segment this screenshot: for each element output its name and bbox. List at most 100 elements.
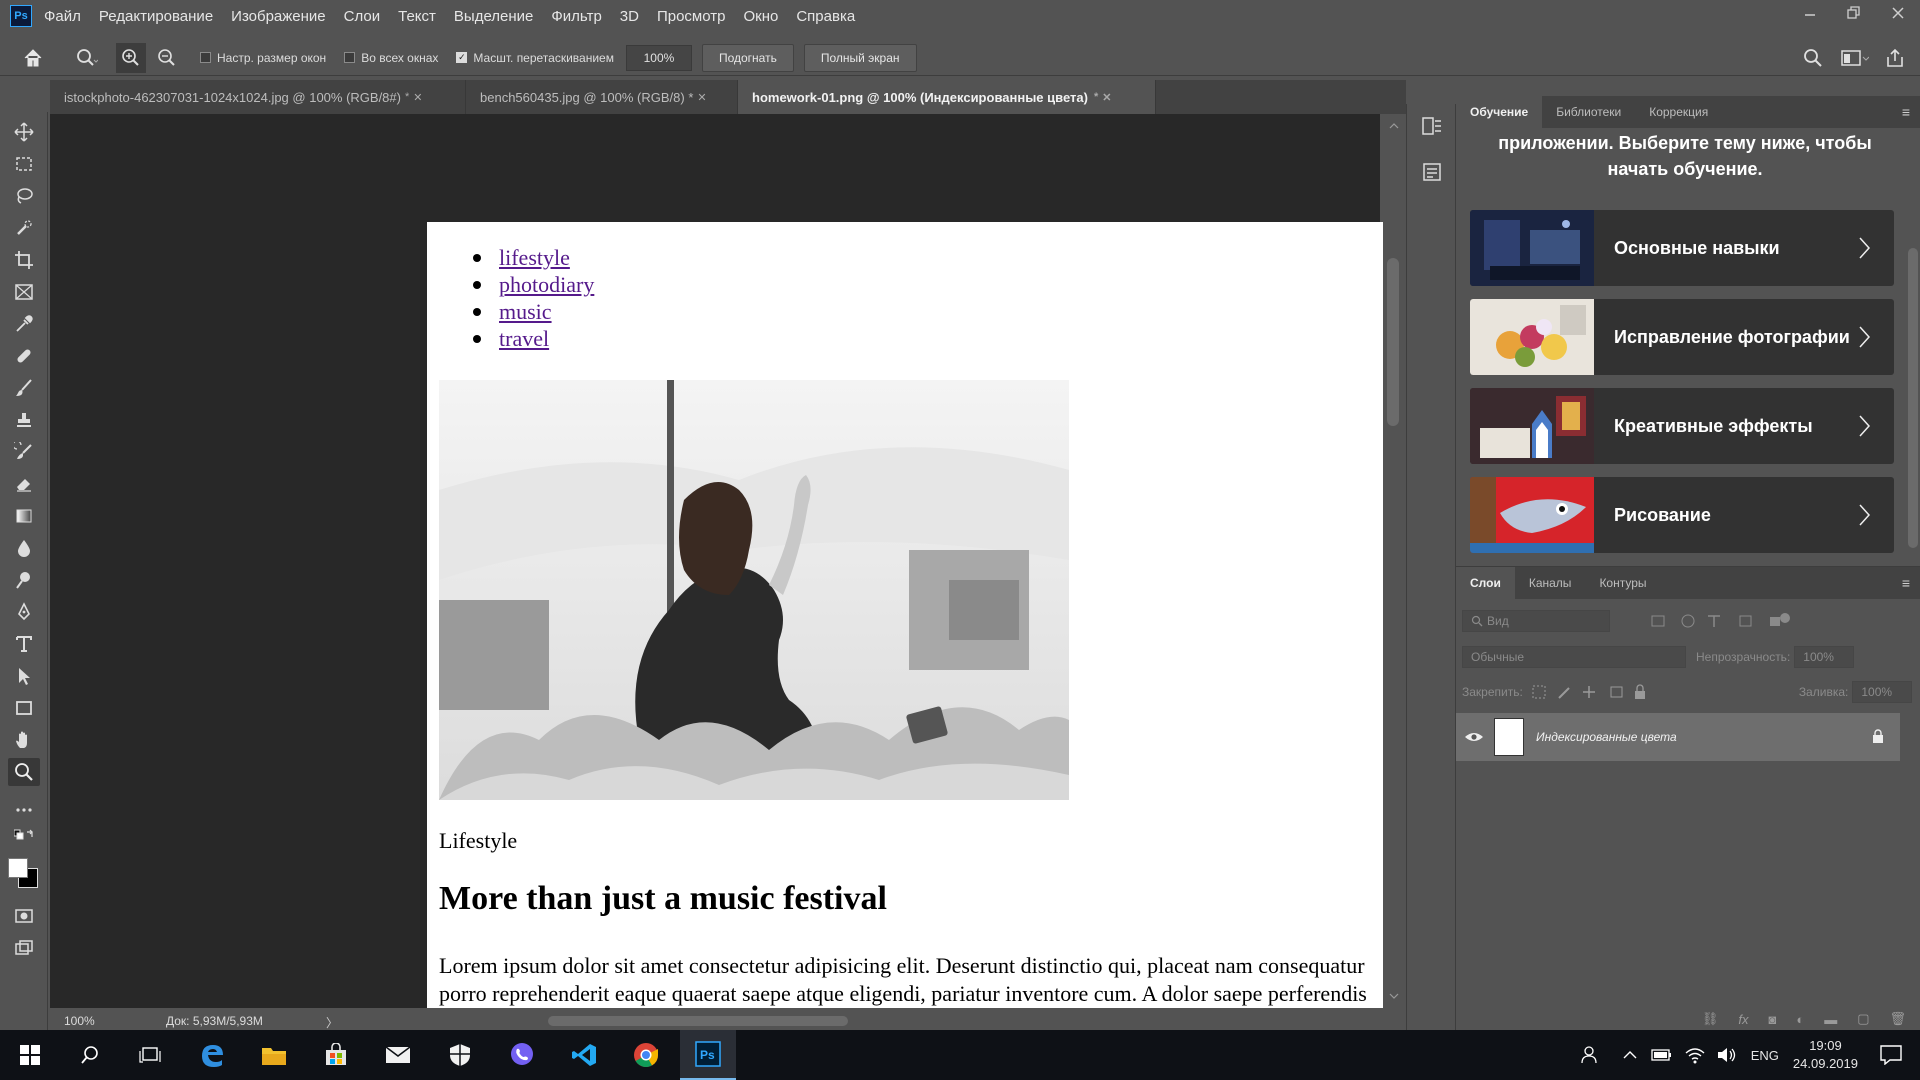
canvas-horizontal-scrollbar[interactable] — [350, 1016, 1400, 1026]
tab-close-icon[interactable]: ✕ — [697, 91, 706, 104]
menu-layers[interactable]: Слои — [344, 8, 380, 25]
blend-mode-select[interactable]: Обычные — [1462, 646, 1686, 668]
taskbar-chrome[interactable] — [618, 1030, 674, 1080]
learn-card-drawing[interactable]: Рисование — [1470, 477, 1894, 553]
healing-brush-tool[interactable] — [8, 342, 40, 370]
learn-card-creative-effects[interactable]: Креативные эффекты — [1470, 388, 1894, 464]
move-tool[interactable] — [8, 118, 40, 146]
tab-close-icon[interactable]: ✕ — [1102, 91, 1111, 104]
taskbar-mail[interactable] — [370, 1030, 426, 1080]
screen-mode-button[interactable] — [8, 934, 40, 962]
foreground-color-swatch[interactable] — [8, 858, 28, 878]
tab-channels[interactable]: Каналы — [1515, 567, 1586, 599]
nav-link-lifestyle[interactable]: lifestyle — [427, 244, 594, 271]
menu-file[interactable]: Файл — [44, 8, 81, 25]
wifi-icon[interactable] — [1685, 1046, 1705, 1064]
clone-stamp-tool[interactable] — [8, 406, 40, 434]
add-mask-icon[interactable]: ◙ — [1768, 1012, 1776, 1027]
taskbar-security[interactable] — [432, 1030, 488, 1080]
layer-name[interactable]: Индексированные цвета — [1536, 730, 1677, 744]
menu-window[interactable]: Окно — [743, 8, 778, 25]
horizontal-scroll-thumb[interactable] — [548, 1016, 848, 1026]
fill-screen-button[interactable]: Полный экран — [803, 43, 917, 72]
menu-3d[interactable]: 3D — [620, 8, 639, 25]
opacity-field[interactable]: 100% — [1794, 646, 1855, 668]
layer-row[interactable]: Индексированные цвета — [1456, 713, 1900, 761]
dodge-tool[interactable] — [8, 566, 40, 594]
taskbar-photoshop[interactable]: Ps — [680, 1030, 736, 1080]
taskbar-clock[interactable]: 19:09 24.09.2019 — [1793, 1037, 1858, 1073]
restore-button[interactable] — [1832, 0, 1876, 26]
taskbar-search-button[interactable] — [62, 1030, 118, 1080]
volume-icon[interactable] — [1717, 1046, 1737, 1064]
menu-select[interactable]: Выделение — [454, 8, 533, 25]
pen-tool[interactable] — [8, 598, 40, 626]
fill-field[interactable]: 100% — [1852, 681, 1913, 703]
rectangle-tool[interactable] — [8, 694, 40, 722]
tab-istockphoto[interactable]: istockphoto-462307031-1024x1024.jpg @ 10… — [50, 80, 466, 114]
new-layer-icon[interactable]: ▢ — [1857, 1011, 1869, 1027]
task-view-button[interactable] — [122, 1030, 178, 1080]
type-tool[interactable] — [8, 630, 40, 658]
taskbar-viber[interactable] — [494, 1030, 550, 1080]
new-group-icon[interactable]: ▬ — [1824, 1012, 1837, 1027]
share-button[interactable] — [1880, 43, 1910, 73]
hand-tool[interactable] — [8, 726, 40, 754]
trash-icon[interactable]: 🗑 — [1889, 1011, 1906, 1027]
status-zoom-field[interactable]: 100% — [50, 1011, 106, 1031]
zoom-out-button[interactable] — [152, 43, 182, 73]
quick-selection-tool[interactable] — [8, 214, 40, 242]
history-panel-button[interactable] — [1420, 114, 1444, 138]
learn-card-photo-fix[interactable]: Исправление фотографии — [1470, 299, 1894, 375]
path-selection-tool[interactable] — [8, 662, 40, 690]
swap-colors-button[interactable] — [8, 826, 40, 846]
taskbar-store[interactable] — [308, 1030, 364, 1080]
tab-paths[interactable]: Контуры — [1585, 567, 1660, 599]
tab-adjustments[interactable]: Коррекция — [1635, 96, 1722, 128]
battery-icon[interactable] — [1651, 1048, 1673, 1062]
brush-tool[interactable] — [8, 374, 40, 402]
nav-link-music[interactable]: music — [427, 298, 594, 325]
start-button[interactable] — [2, 1030, 58, 1080]
edit-toolbar-button[interactable] — [8, 796, 40, 824]
menu-filter[interactable]: Фильтр — [551, 8, 601, 25]
filter-toggle-icon[interactable] — [1780, 613, 1790, 623]
fx-icon[interactable]: fx — [1738, 1012, 1748, 1027]
tab-learn[interactable]: Обучение — [1456, 96, 1543, 128]
resize-windows-checkbox[interactable]: Настр. размер окон — [200, 51, 326, 65]
frame-tool[interactable] — [8, 278, 40, 306]
search-button[interactable] — [1798, 43, 1828, 73]
history-brush-tool[interactable] — [8, 438, 40, 466]
menu-image[interactable]: Изображение — [231, 8, 326, 25]
nav-link-travel[interactable]: travel — [427, 325, 594, 352]
adjustment-layer-icon[interactable]: ◐ — [1796, 1012, 1804, 1027]
marquee-tool[interactable] — [8, 150, 40, 178]
tab-bench[interactable]: bench560435.jpg @ 100% (RGB/8) * ✕ — [466, 80, 738, 114]
scroll-down-icon[interactable] — [1388, 992, 1400, 1000]
doc-size-info[interactable]: Док: 5,93M/5,93M — [166, 1014, 372, 1028]
zoom-in-button[interactable] — [116, 42, 146, 73]
close-window-button[interactable] — [1876, 0, 1920, 26]
canvas-vertical-scrollbar[interactable] — [1382, 114, 1406, 1008]
panel-menu-icon[interactable]: ≡ — [1902, 104, 1910, 120]
input-language[interactable]: ENG — [1751, 1048, 1779, 1063]
tab-libraries[interactable]: Библиотеки — [1542, 96, 1635, 128]
eyedropper-tool[interactable] — [8, 310, 40, 338]
properties-panel-button[interactable] — [1420, 160, 1444, 184]
fit-screen-button[interactable]: Подогнать — [701, 43, 794, 72]
zoom-value-field[interactable]: 100% — [625, 44, 692, 71]
workspace-button[interactable] — [1840, 43, 1870, 73]
quick-mask-button[interactable] — [8, 902, 40, 930]
all-windows-checkbox[interactable]: Во всех окнах — [344, 51, 438, 65]
eye-icon[interactable] — [1464, 730, 1484, 744]
taskbar-edge[interactable] — [184, 1030, 240, 1080]
link-layers-icon[interactable]: ⛓ — [1702, 1011, 1719, 1027]
zoom-tool[interactable] — [8, 758, 40, 786]
eraser-tool[interactable] — [8, 470, 40, 498]
nav-link-photodiary[interactable]: photodiary — [427, 271, 594, 298]
tab-close-icon[interactable]: ✕ — [413, 91, 422, 104]
tab-homework[interactable]: homework-01.png @ 100% (Индексированные … — [738, 80, 1156, 114]
lock-options-icons[interactable] — [1531, 684, 1651, 700]
scroll-up-icon[interactable] — [1388, 122, 1400, 130]
gradient-tool[interactable] — [8, 502, 40, 530]
